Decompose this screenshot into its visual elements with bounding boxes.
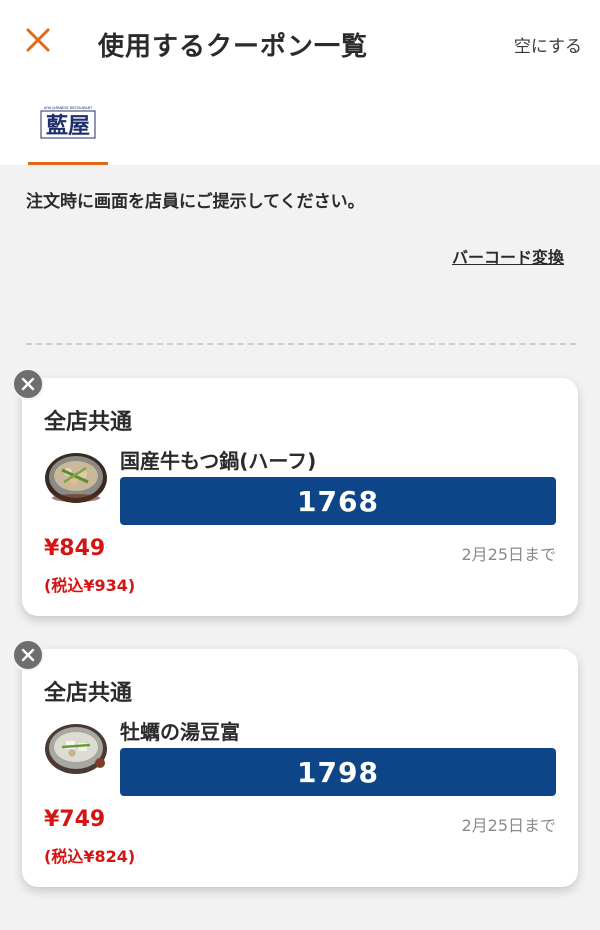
- store-logo-text: 藍屋: [46, 113, 90, 139]
- close-icon: [26, 28, 50, 52]
- app-header: 使用するクーポン一覧 空にする AIYA JAPANESE RESTAURANT…: [0, 0, 600, 165]
- coupon-item-name: 国産牛もつ鍋(ハーフ): [120, 449, 317, 473]
- coupon-code: 1768: [120, 477, 556, 525]
- coupon-expiry: 2月25日まで: [461, 545, 556, 564]
- coupon-price: ¥749: [44, 807, 106, 832]
- clear-button[interactable]: 空にする: [514, 32, 582, 57]
- coupon-scope: 全店共通: [44, 410, 133, 435]
- divider: [26, 343, 576, 345]
- coupon-code: 1798: [120, 748, 556, 796]
- close-icon: [21, 648, 35, 662]
- coupon-price-tax: (税込¥824): [44, 847, 136, 866]
- tab-active-indicator: [28, 162, 108, 165]
- close-icon: [21, 377, 35, 391]
- coupon-item-name: 牡蠣の湯豆富: [120, 720, 240, 744]
- coupon-card: 全店共通 牡蠣の湯豆富 1798 ¥749 (税込¥824) 2月25日まで: [12, 639, 578, 887]
- food-photo: [45, 724, 107, 774]
- remove-coupon-button[interactable]: [12, 368, 44, 400]
- barcode-convert-link[interactable]: バーコード変換: [452, 244, 564, 268]
- remove-coupon-button[interactable]: [12, 639, 44, 671]
- tab-store-aiya[interactable]: AIYA JAPANESE RESTAURANT 藍屋: [28, 98, 108, 165]
- instruction-text: 注文時に画面を店員にご提示してください。: [26, 192, 365, 212]
- store-logo: AIYA JAPANESE RESTAURANT 藍屋: [40, 106, 96, 139]
- food-photo: [45, 453, 107, 503]
- coupon-scope: 全店共通: [44, 681, 133, 706]
- page-title: 使用するクーポン一覧: [98, 32, 369, 62]
- coupon-price: ¥849: [44, 536, 106, 561]
- coupon-price-tax: (税込¥934): [44, 576, 136, 595]
- store-logo-caption: AIYA JAPANESE RESTAURANT: [44, 106, 93, 110]
- close-button[interactable]: [22, 24, 54, 56]
- coupon-card: 全店共通 国産牛もつ鍋(ハーフ) 1768 ¥849 (税込¥934) 2月25…: [12, 368, 578, 616]
- coupon-expiry: 2月25日まで: [461, 816, 556, 835]
